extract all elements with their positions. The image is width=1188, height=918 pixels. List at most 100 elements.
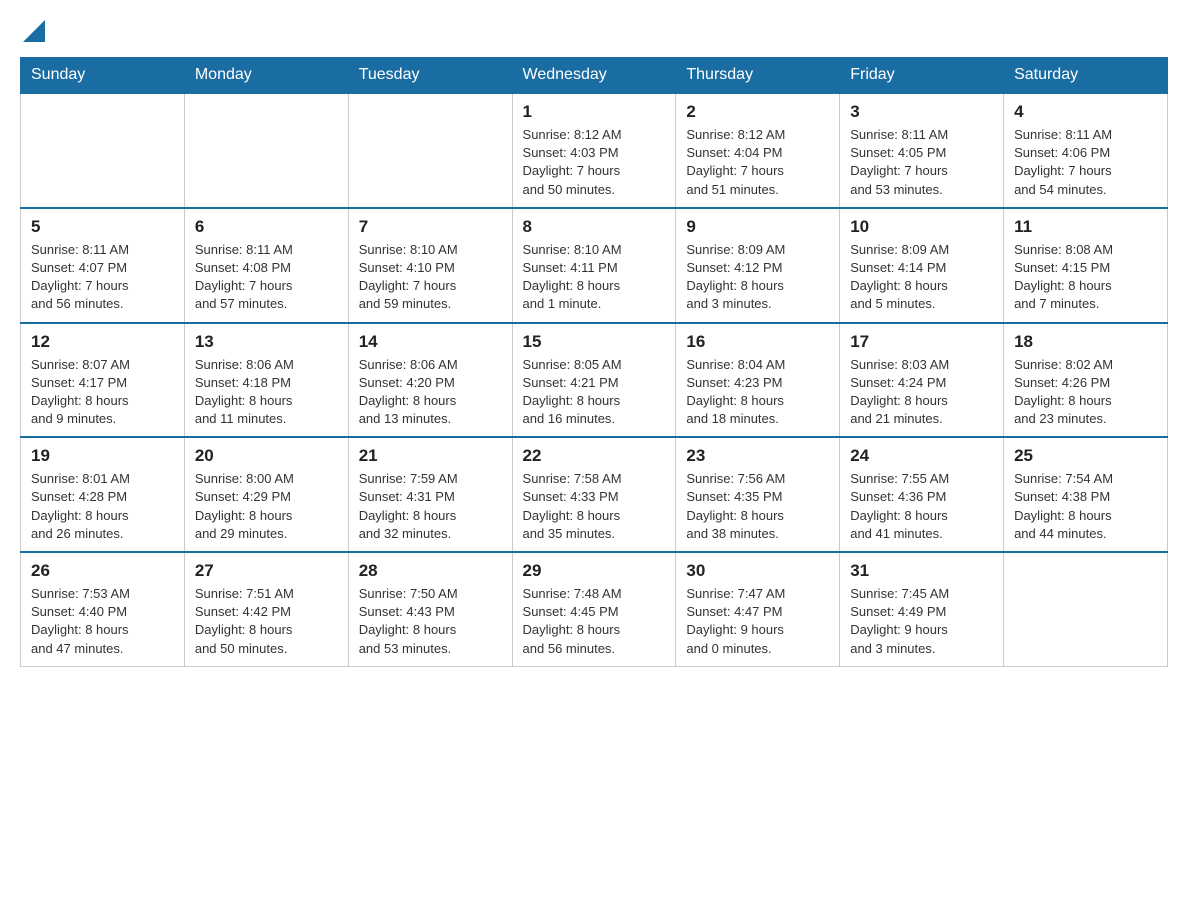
page-header xyxy=(20,20,1168,47)
calendar-cell: 25Sunrise: 7:54 AMSunset: 4:38 PMDayligh… xyxy=(1004,437,1168,552)
day-info: Sunrise: 8:09 AMSunset: 4:12 PMDaylight:… xyxy=(686,241,829,314)
calendar-cell xyxy=(1004,552,1168,666)
calendar-cell: 14 Sunrise: 8:06 AMSunset: 4:20 PMDayligh… xyxy=(348,323,512,438)
day-number: 11 xyxy=(1014,217,1157,237)
calendar-week-2: 5 Sunrise: 8:11 AMSunset: 4:07 PMDaylight… xyxy=(21,208,1168,323)
calendar-cell xyxy=(348,93,512,208)
day-info: Sunrise: 8:05 AMSunset: 4:21 PMDaylight:… xyxy=(523,356,666,429)
weekday-header-saturday: Saturday xyxy=(1004,58,1168,94)
day-info: Sunrise: 8:12 AMSunset: 4:03 PMDaylight:… xyxy=(523,126,666,199)
day-number: 23 xyxy=(686,446,829,466)
day-info: Sunrise: 8:11 AMSunset: 4:07 PMDaylight:… xyxy=(31,241,174,314)
day-info: Sunrise: 8:02 AMSunset: 4:26 PMDaylight:… xyxy=(1014,356,1157,429)
calendar-week-3: 12Sunrise: 8:07 AMSunset: 4:17 PMDayligh… xyxy=(21,323,1168,438)
day-info: Sunrise: 8:04 AMSunset: 4:23 PMDaylight:… xyxy=(686,356,829,429)
day-number: 2 xyxy=(686,102,829,122)
calendar-cell: 29Sunrise: 7:48 AMSunset: 4:45 PMDayligh… xyxy=(512,552,676,666)
day-info: Sunrise: 8:00 AMSunset: 4:29 PMDaylight:… xyxy=(195,470,338,543)
calendar-cell: 7 Sunrise: 8:10 AMSunset: 4:10 PMDaylight… xyxy=(348,208,512,323)
calendar-cell: 9 Sunrise: 8:09 AMSunset: 4:12 PMDaylight… xyxy=(676,208,840,323)
day-info: Sunrise: 8:11 AMSunset: 4:08 PMDaylight:… xyxy=(195,241,338,314)
calendar-cell: 18 Sunrise: 8:02 AMSunset: 4:26 PMDayligh… xyxy=(1004,323,1168,438)
calendar-cell: 13 Sunrise: 8:06 AMSunset: 4:18 PMDayligh… xyxy=(184,323,348,438)
calendar-table: SundayMondayTuesdayWednesdayThursdayFrid… xyxy=(20,57,1168,667)
day-info: Sunrise: 8:10 AMSunset: 4:10 PMDaylight:… xyxy=(359,241,502,314)
weekday-header-tuesday: Tuesday xyxy=(348,58,512,94)
day-number: 13 xyxy=(195,332,338,352)
day-info: Sunrise: 7:53 AMSunset: 4:40 PMDaylight:… xyxy=(31,585,174,658)
calendar-cell: 26Sunrise: 7:53 AMSunset: 4:40 PMDayligh… xyxy=(21,552,185,666)
weekday-header-sunday: Sunday xyxy=(21,58,185,94)
day-number: 4 xyxy=(1014,102,1157,122)
calendar-cell: 8 Sunrise: 8:10 AMSunset: 4:11 PMDaylight… xyxy=(512,208,676,323)
calendar-body: 1 Sunrise: 8:12 AMSunset: 4:03 PMDaylight… xyxy=(21,93,1168,666)
day-info: Sunrise: 8:12 AMSunset: 4:04 PMDaylight:… xyxy=(686,126,829,199)
day-number: 18 xyxy=(1014,332,1157,352)
day-number: 10 xyxy=(850,217,993,237)
day-number: 16 xyxy=(686,332,829,352)
calendar-cell: 31 Sunrise: 7:45 AMSunset: 4:49 PMDayligh… xyxy=(840,552,1004,666)
day-info: Sunrise: 8:11 AMSunset: 4:06 PMDaylight:… xyxy=(1014,126,1157,199)
day-number: 6 xyxy=(195,217,338,237)
calendar-cell: 27 Sunrise: 7:51 AMSunset: 4:42 PMDayligh… xyxy=(184,552,348,666)
calendar-cell: 28 Sunrise: 7:50 AMSunset: 4:43 PMDayligh… xyxy=(348,552,512,666)
day-number: 17 xyxy=(850,332,993,352)
day-info: Sunrise: 7:55 AMSunset: 4:36 PMDaylight:… xyxy=(850,470,993,543)
day-number: 12 xyxy=(31,332,174,352)
calendar-cell: 22Sunrise: 7:58 AMSunset: 4:33 PMDayligh… xyxy=(512,437,676,552)
calendar-week-1: 1 Sunrise: 8:12 AMSunset: 4:03 PMDaylight… xyxy=(21,93,1168,208)
calendar-cell: 17 Sunrise: 8:03 AMSunset: 4:24 PMDayligh… xyxy=(840,323,1004,438)
day-info: Sunrise: 7:58 AMSunset: 4:33 PMDaylight:… xyxy=(523,470,666,543)
calendar-cell: 20 Sunrise: 8:00 AMSunset: 4:29 PMDayligh… xyxy=(184,437,348,552)
day-number: 19 xyxy=(31,446,174,466)
calendar-cell: 23 Sunrise: 7:56 AMSunset: 4:35 PMDayligh… xyxy=(676,437,840,552)
calendar-cell: 1 Sunrise: 8:12 AMSunset: 4:03 PMDaylight… xyxy=(512,93,676,208)
day-info: Sunrise: 7:56 AMSunset: 4:35 PMDaylight:… xyxy=(686,470,829,543)
day-info: Sunrise: 7:50 AMSunset: 4:43 PMDaylight:… xyxy=(359,585,502,658)
calendar-header: SundayMondayTuesdayWednesdayThursdayFrid… xyxy=(21,58,1168,94)
day-info: Sunrise: 8:09 AMSunset: 4:14 PMDaylight:… xyxy=(850,241,993,314)
calendar-cell: 15Sunrise: 8:05 AMSunset: 4:21 PMDayligh… xyxy=(512,323,676,438)
calendar-cell: 21 Sunrise: 7:59 AMSunset: 4:31 PMDayligh… xyxy=(348,437,512,552)
calendar-cell: 10 Sunrise: 8:09 AMSunset: 4:14 PMDayligh… xyxy=(840,208,1004,323)
day-number: 25 xyxy=(1014,446,1157,466)
day-info: Sunrise: 7:48 AMSunset: 4:45 PMDaylight:… xyxy=(523,585,666,658)
day-info: Sunrise: 7:45 AMSunset: 4:49 PMDaylight:… xyxy=(850,585,993,658)
day-number: 3 xyxy=(850,102,993,122)
calendar-week-5: 26Sunrise: 7:53 AMSunset: 4:40 PMDayligh… xyxy=(21,552,1168,666)
calendar-cell: 3Sunrise: 8:11 AMSunset: 4:05 PMDaylight… xyxy=(840,93,1004,208)
day-number: 31 xyxy=(850,561,993,581)
day-number: 1 xyxy=(523,102,666,122)
day-info: Sunrise: 7:47 AMSunset: 4:47 PMDaylight:… xyxy=(686,585,829,658)
day-number: 28 xyxy=(359,561,502,581)
day-number: 14 xyxy=(359,332,502,352)
weekday-header-monday: Monday xyxy=(184,58,348,94)
day-number: 20 xyxy=(195,446,338,466)
day-info: Sunrise: 8:10 AMSunset: 4:11 PMDaylight:… xyxy=(523,241,666,314)
calendar-cell: 30Sunrise: 7:47 AMSunset: 4:47 PMDayligh… xyxy=(676,552,840,666)
day-number: 7 xyxy=(359,217,502,237)
day-info: Sunrise: 8:06 AMSunset: 4:18 PMDaylight:… xyxy=(195,356,338,429)
day-number: 5 xyxy=(31,217,174,237)
logo-triangle-icon xyxy=(23,20,45,42)
day-number: 24 xyxy=(850,446,993,466)
day-info: Sunrise: 7:59 AMSunset: 4:31 PMDaylight:… xyxy=(359,470,502,543)
day-number: 9 xyxy=(686,217,829,237)
calendar-cell xyxy=(21,93,185,208)
weekday-header-thursday: Thursday xyxy=(676,58,840,94)
logo xyxy=(20,20,45,47)
day-info: Sunrise: 8:08 AMSunset: 4:15 PMDaylight:… xyxy=(1014,241,1157,314)
day-info: Sunrise: 7:51 AMSunset: 4:42 PMDaylight:… xyxy=(195,585,338,658)
day-number: 8 xyxy=(523,217,666,237)
calendar-cell: 19Sunrise: 8:01 AMSunset: 4:28 PMDayligh… xyxy=(21,437,185,552)
weekday-header-friday: Friday xyxy=(840,58,1004,94)
weekday-header-row: SundayMondayTuesdayWednesdayThursdayFrid… xyxy=(21,58,1168,94)
day-number: 21 xyxy=(359,446,502,466)
day-number: 27 xyxy=(195,561,338,581)
calendar-cell: 4 Sunrise: 8:11 AMSunset: 4:06 PMDaylight… xyxy=(1004,93,1168,208)
weekday-header-wednesday: Wednesday xyxy=(512,58,676,94)
day-info: Sunrise: 8:03 AMSunset: 4:24 PMDaylight:… xyxy=(850,356,993,429)
day-info: Sunrise: 8:06 AMSunset: 4:20 PMDaylight:… xyxy=(359,356,502,429)
calendar-cell: 6 Sunrise: 8:11 AMSunset: 4:08 PMDaylight… xyxy=(184,208,348,323)
calendar-cell: 16 Sunrise: 8:04 AMSunset: 4:23 PMDayligh… xyxy=(676,323,840,438)
